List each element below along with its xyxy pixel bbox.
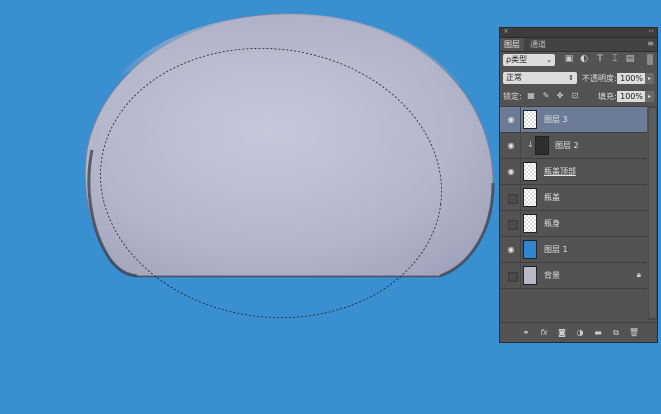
panel-tabs: 图层 通道 ≡	[500, 38, 657, 52]
layer-name[interactable]: 图层 2	[555, 133, 579, 158]
panel-title-bar: × ‹‹	[500, 27, 657, 38]
layers-panel: × ‹‹ 图层 通道 ≡ ρ类型 ⌄ ▣ ◐ T ⌶ ▤ 正常 ⇕ 不透明度: …	[499, 27, 658, 343]
layer-thumbnail	[523, 214, 537, 233]
lock-position-icon[interactable]: ✥	[555, 91, 565, 101]
new-group-icon[interactable]: ▬	[592, 327, 604, 339]
layer-name[interactable]: 瓶身	[544, 211, 560, 236]
blend-mode-value: 正常	[506, 73, 522, 82]
lock-paint-icon[interactable]: ✎	[541, 91, 551, 101]
layer-row[interactable]: ◉ 图层 3	[500, 107, 647, 133]
adjustment-filter-icon[interactable]: ◐	[579, 54, 589, 65]
updown-icon: ⇕	[568, 74, 574, 82]
layer-row[interactable]: ◉ 瓶盖顶部	[500, 159, 647, 185]
tab-channels[interactable]: 通道	[526, 38, 550, 51]
lock-row: 锁定: ▦ ✎ ✥ ⊡ 填充: 100% ▸	[500, 87, 657, 105]
opacity-input[interactable]: 100%	[617, 73, 645, 84]
layer-row[interactable]: 瓶身	[500, 211, 647, 237]
lock-icon: 🔒︎	[636, 270, 641, 279]
layer-name[interactable]: 图层 1	[544, 237, 568, 262]
fill-label: 填充:	[598, 92, 617, 101]
panel-close-button[interactable]: ×	[503, 27, 509, 35]
layer-name[interactable]: 瓶盖顶部	[544, 159, 576, 184]
layer-row[interactable]: 背景 🔒︎	[500, 263, 647, 289]
scrollbar-thumb[interactable]	[649, 108, 656, 318]
layer-row[interactable]: ◉ 图层 1	[500, 237, 647, 263]
layer-name[interactable]: 背景	[544, 263, 560, 288]
layer-name[interactable]: 瓶盖	[544, 185, 560, 210]
lock-all-icon[interactable]: ⊡	[570, 91, 580, 101]
layers-bottom-bar: ⚭ fx ◙ ◑ ▬ ⧉ 🗑︎	[500, 322, 657, 343]
add-mask-icon[interactable]: ◙	[556, 327, 568, 339]
opacity-dropdown-arrow[interactable]: ▸	[645, 73, 654, 84]
layer-row[interactable]: 瓶盖	[500, 185, 647, 211]
layer-thumbnail	[535, 136, 549, 155]
fill-input[interactable]: 100%	[617, 91, 645, 102]
layer-thumbnail	[523, 240, 537, 259]
filter-kind-label: ρ类型	[506, 55, 528, 64]
link-layers-icon[interactable]: ⚭	[520, 327, 532, 339]
eye-icon[interactable]: ◉	[506, 167, 516, 177]
filter-row: ρ类型 ⌄ ▣ ◐ T ⌶ ▤	[500, 51, 657, 69]
type-filter-icon[interactable]: T	[595, 54, 605, 65]
visibility-toggle-off[interactable]	[508, 272, 518, 282]
visibility-toggle-off[interactable]	[508, 220, 518, 230]
filter-toggle[interactable]	[647, 54, 653, 65]
panel-collapse-button[interactable]: ‹‹	[648, 27, 654, 35]
layers-scrollbar[interactable]	[648, 106, 657, 320]
lock-label: 锁定:	[503, 92, 522, 101]
layer-thumbnail	[523, 266, 537, 285]
tab-layers[interactable]: 图层	[500, 38, 524, 51]
eye-icon[interactable]: ◉	[506, 245, 516, 255]
delete-layer-icon[interactable]: 🗑︎	[628, 327, 640, 339]
panel-menu-icon[interactable]: ≡	[647, 39, 654, 48]
adjustment-layer-icon[interactable]: ◑	[574, 327, 586, 339]
eye-icon[interactable]: ◉	[506, 115, 516, 125]
fill-dropdown-arrow[interactable]: ▸	[645, 91, 654, 102]
new-layer-icon[interactable]: ⧉	[610, 327, 622, 339]
layer-thumbnail	[523, 188, 537, 207]
pixel-filter-icon[interactable]: ▣	[564, 54, 574, 65]
smart-object-filter-icon[interactable]: ▤	[625, 54, 635, 65]
blend-mode-dropdown[interactable]: 正常 ⇕	[503, 72, 577, 84]
layer-thumbnail	[523, 162, 537, 181]
filter-kind-dropdown[interactable]: ρ类型 ⌄	[503, 54, 555, 66]
blend-row: 正常 ⇕ 不透明度: 100% ▸	[500, 69, 657, 87]
lock-transparent-icon[interactable]: ▦	[526, 91, 536, 101]
clipping-mask-icon: ↓	[527, 140, 534, 149]
shape-filter-icon[interactable]: ⌶	[610, 54, 620, 65]
layers-list: ◉ 图层 3 ◉ ↓ 图层 2 ◉ 瓶盖顶部 瓶盖 瓶身 ◉ 图层 1 背景 🔒…	[500, 106, 647, 321]
chevron-down-icon: ⌄	[546, 56, 552, 64]
fx-icon[interactable]: fx	[538, 327, 550, 339]
opacity-label: 不透明度:	[582, 74, 617, 83]
layer-name[interactable]: 图层 3	[544, 107, 568, 132]
eye-icon[interactable]: ◉	[506, 141, 516, 151]
layer-row[interactable]: ◉ ↓ 图层 2	[500, 133, 647, 159]
visibility-toggle-off[interactable]	[508, 194, 518, 204]
layer-thumbnail	[523, 110, 537, 129]
